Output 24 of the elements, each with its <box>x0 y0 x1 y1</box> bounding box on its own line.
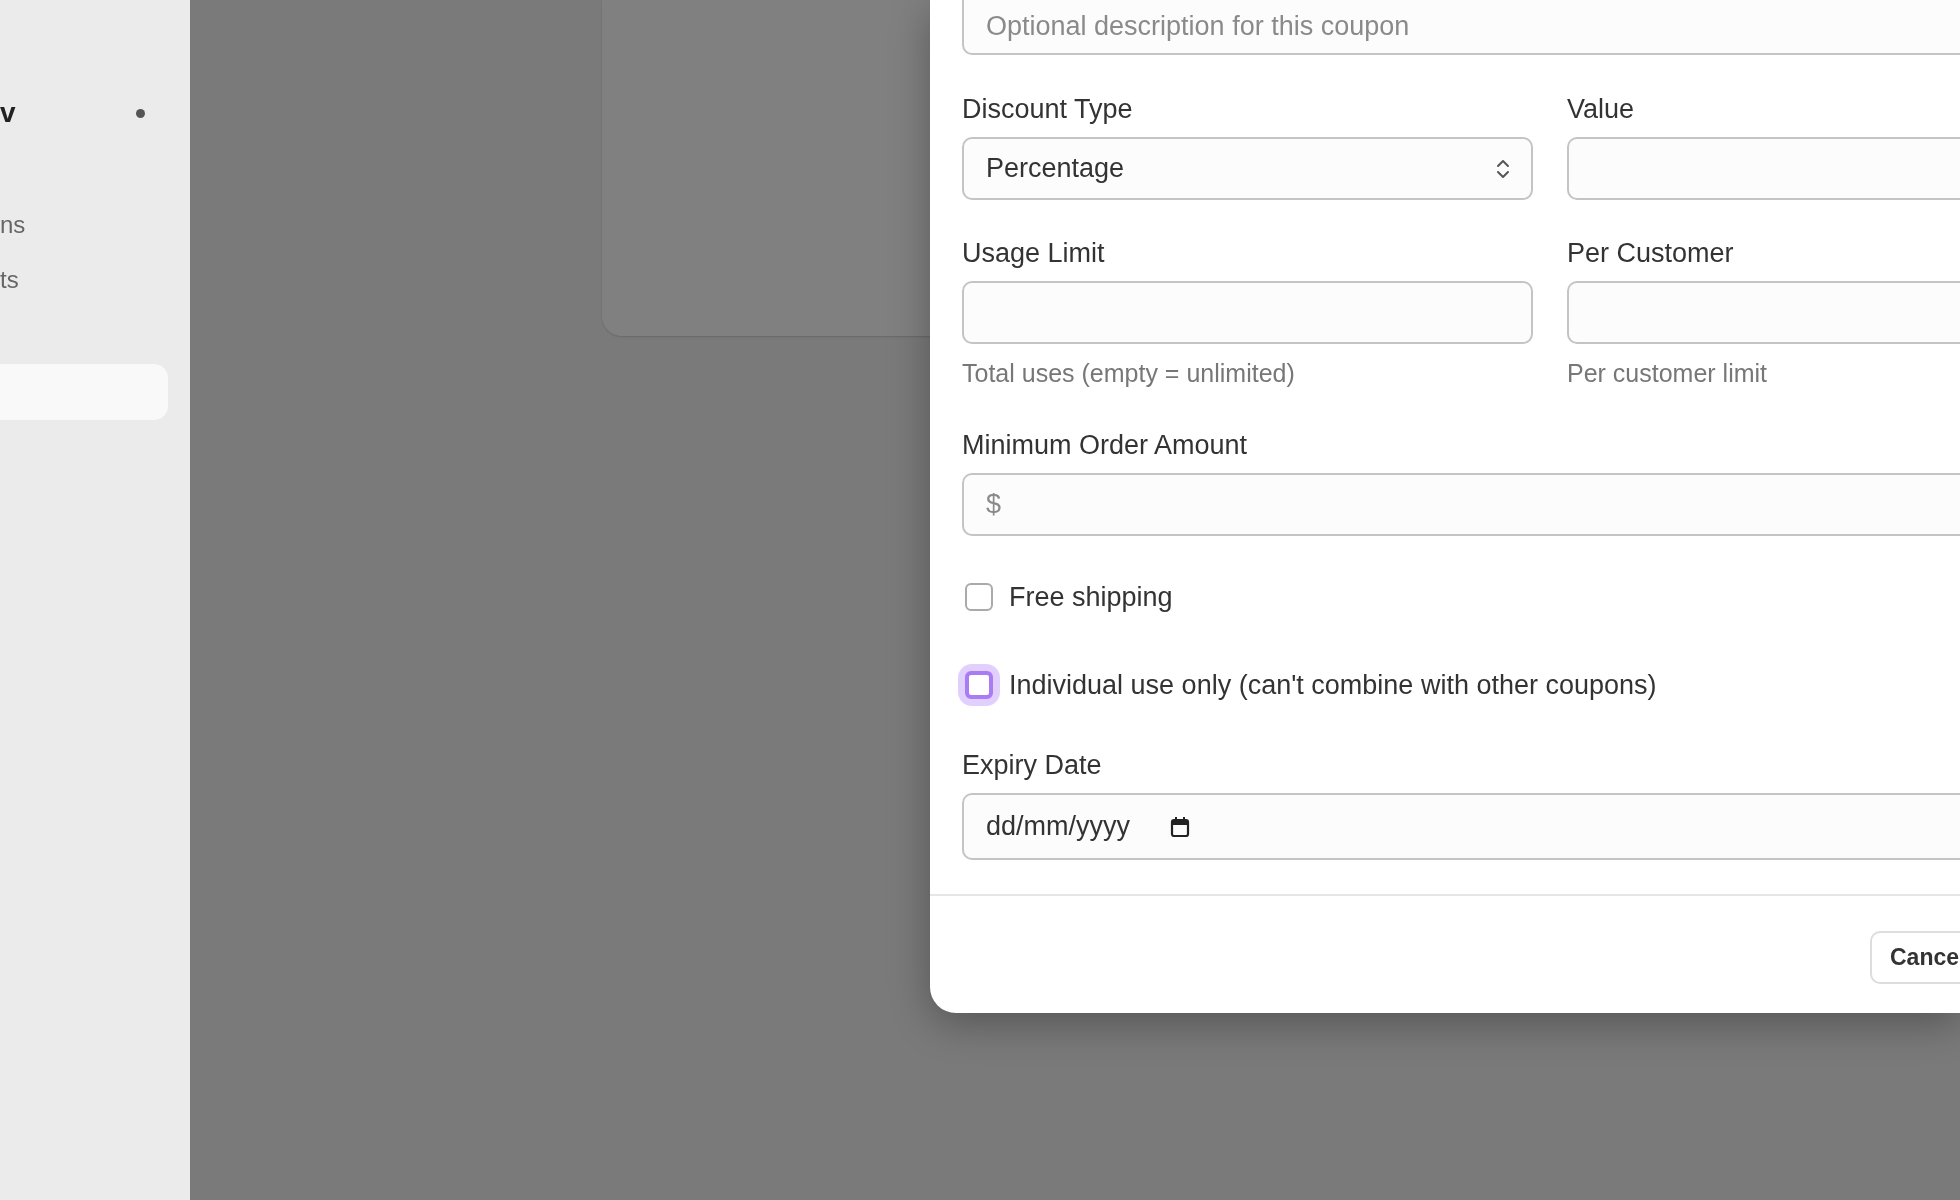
field-label: Minimum Order Amount <box>962 431 1249 459</box>
discount-type-select[interactable]: Percentage <box>962 137 1533 200</box>
expiry-date-field[interactable]: dd/mm/yyyy <box>962 793 1960 860</box>
field-hint: Per customer limit <box>1567 359 1769 387</box>
calendar-icon[interactable] <box>1170 815 1191 838</box>
field-hint: Total uses (empty = unlimited) <box>962 359 1296 387</box>
checkbox-label: Free shipping <box>1009 581 1173 613</box>
sidebar-heading[interactable]: v <box>0 97 136 129</box>
sidebar-item[interactable]: ts <box>0 266 19 294</box>
checkbox[interactable] <box>965 583 993 611</box>
per-customer-field[interactable] <box>1567 281 1960 344</box>
dot-icon <box>136 108 145 118</box>
checkbox-label: Individual use only (can't combine with other coupons) <box>1009 669 1657 701</box>
usage-limit-field[interactable] <box>962 281 1533 344</box>
value-field[interactable] <box>1567 137 1960 200</box>
currency-prefix: $ <box>986 489 1002 520</box>
field-label: Per Customer <box>1567 239 1735 267</box>
field-label: Value <box>1567 95 1636 123</box>
checkbox[interactable] <box>965 671 993 699</box>
field-label: Discount Type <box>962 95 1134 123</box>
sidebar-item[interactable]: ns <box>0 211 26 239</box>
field-label: Usage Limit <box>962 239 1106 267</box>
cancel-button[interactable]: Cance <box>1870 931 1960 984</box>
field-label: Expiry Date <box>962 751 1103 779</box>
